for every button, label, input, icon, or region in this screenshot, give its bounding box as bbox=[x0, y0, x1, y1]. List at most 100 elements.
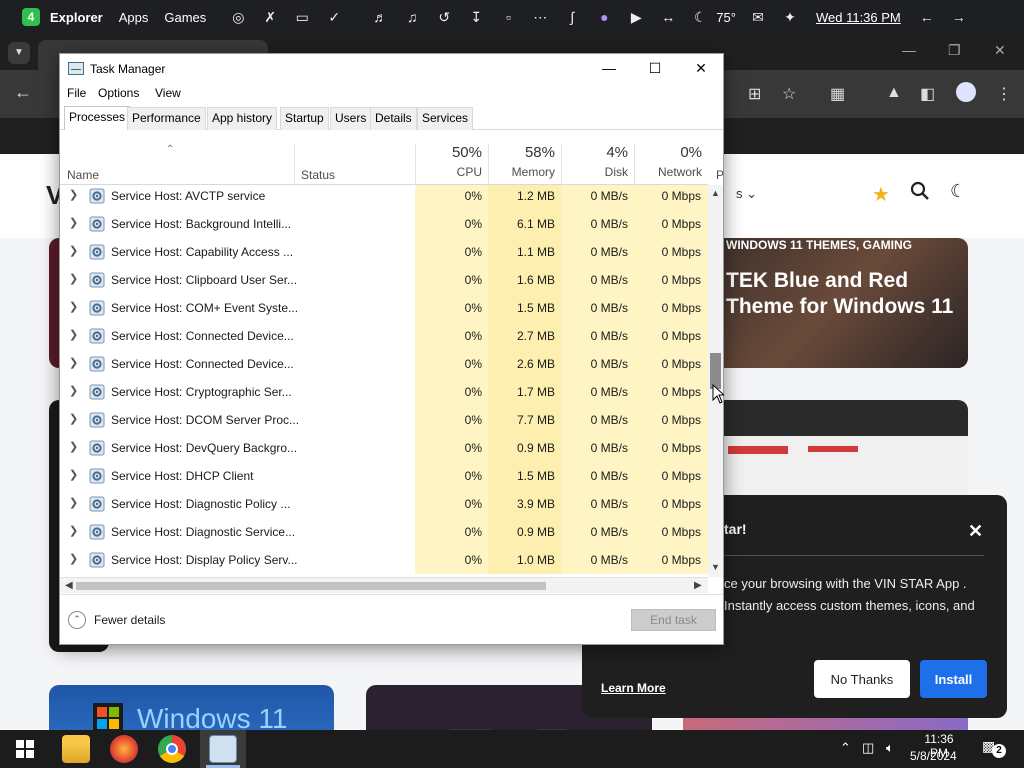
process-row[interactable]: ❯ Service Host: Capability Access ... 0% 1.… bbox=[60, 238, 708, 266]
star-icon[interactable]: ★ bbox=[872, 182, 890, 207]
browser-close-icon[interactable]: ✕ bbox=[994, 42, 1006, 59]
more-icon[interactable]: ⋯ bbox=[529, 6, 551, 28]
moon-icon[interactable]: ☾ bbox=[689, 6, 711, 28]
process-row[interactable]: ❯ Service Host: DHCP Client 0% 1.5 MB 0 MB/s… bbox=[60, 462, 708, 490]
vertical-scrollbar[interactable]: ▲ ▼ bbox=[708, 185, 723, 577]
network-icon[interactable]: ◫ bbox=[862, 740, 874, 756]
process-row[interactable]: ❯ Service Host: DCOM Server Proc... 0% 7.7 … bbox=[60, 406, 708, 434]
file-explorer-icon[interactable] bbox=[62, 735, 90, 763]
browser-back-icon[interactable]: ← bbox=[14, 82, 32, 103]
code-icon[interactable]: ↔ bbox=[657, 6, 679, 28]
maximize-button[interactable]: ☐ bbox=[632, 54, 678, 82]
process-row[interactable]: ❯ Service Host: COM+ Event Syste... 0% 1.5 … bbox=[60, 294, 708, 322]
minimize-button[interactable]: — bbox=[586, 54, 632, 82]
title-bar[interactable]: Task Manager — ☐ ✕ bbox=[60, 54, 723, 82]
chrome-icon[interactable] bbox=[158, 735, 186, 763]
extensions-icon[interactable]: ▦ bbox=[830, 84, 845, 104]
games-menu[interactable]: Games bbox=[164, 10, 206, 25]
task-manager-icon[interactable] bbox=[209, 735, 237, 763]
learn-more-link[interactable]: Learn More bbox=[601, 681, 666, 695]
download-icon[interactable]: ↧ bbox=[465, 6, 487, 28]
browser-minimize-icon[interactable]: — bbox=[902, 42, 916, 58]
chevron-right-icon[interactable]: ❯ bbox=[69, 356, 78, 369]
close-button[interactable]: ✕ bbox=[678, 54, 724, 82]
launcher-icon[interactable]: 4 bbox=[22, 8, 40, 26]
history-icon[interactable]: ↺ bbox=[433, 6, 455, 28]
tools-icon[interactable]: ✗ bbox=[259, 6, 281, 28]
chevron-right-icon[interactable]: ❯ bbox=[69, 216, 78, 229]
scroll-down-icon[interactable]: ▼ bbox=[711, 562, 720, 572]
notification-icon[interactable]: ▩ 2 bbox=[982, 738, 1006, 758]
chevron-right-icon[interactable]: ❯ bbox=[69, 244, 78, 257]
tab-processes[interactable]: Processes bbox=[64, 106, 131, 130]
process-row[interactable]: ❯ Service Host: Display Policy Serv... 0% 1… bbox=[60, 546, 708, 574]
column-cpu[interactable]: 50% CPU bbox=[415, 144, 488, 185]
browser-menu-icon[interactable]: ⋮ bbox=[996, 84, 1012, 104]
no-thanks-button[interactable]: No Thanks bbox=[814, 660, 910, 698]
spark-icon[interactable]: ✦ bbox=[779, 6, 801, 28]
process-row[interactable]: ❯ Service Host: Connected Device... 0% 2.6 … bbox=[60, 350, 708, 378]
process-row[interactable]: ❯ Service Host: Background Intelli... 0% 6.… bbox=[60, 210, 708, 238]
messenger-icon[interactable]: ● bbox=[593, 6, 615, 28]
process-row[interactable]: ❯ Service Host: DevQuery Backgro... 0% 0.9 … bbox=[60, 434, 708, 462]
process-list[interactable]: ❯ Service Host: AVCTP service 0% 1.2 MB 0 MB… bbox=[60, 185, 708, 577]
install-app-icon[interactable]: ⊞ bbox=[748, 84, 761, 104]
mail-icon[interactable]: ✉ bbox=[747, 6, 769, 28]
back-icon[interactable]: ← bbox=[916, 6, 938, 28]
chevron-right-icon[interactable]: ❯ bbox=[69, 188, 78, 201]
menu-view[interactable]: View bbox=[155, 86, 181, 100]
chevron-up-icon[interactable]: ⌃ bbox=[68, 611, 86, 629]
mute-icon[interactable]: ♫ bbox=[401, 6, 423, 28]
attach-icon[interactable]: ∫ bbox=[561, 6, 583, 28]
process-row[interactable]: ❯ Service Host: Cryptographic Ser... 0% 1.7… bbox=[60, 378, 708, 406]
chevron-right-icon[interactable]: ❯ bbox=[69, 384, 78, 397]
column-power[interactable]: P bbox=[716, 168, 724, 182]
chevron-right-icon[interactable]: ❯ bbox=[69, 468, 78, 481]
chevron-right-icon[interactable]: ❯ bbox=[69, 272, 78, 285]
volume-icon[interactable]: ♬ bbox=[369, 6, 391, 28]
check-icon[interactable]: ✓ bbox=[323, 6, 345, 28]
column-name[interactable]: Name bbox=[67, 168, 99, 182]
profile-avatar[interactable] bbox=[956, 82, 976, 102]
column-disk[interactable]: 4% Disk bbox=[561, 144, 634, 185]
fewer-details-link[interactable]: Fewer details bbox=[94, 613, 165, 627]
tab-users[interactable]: Users bbox=[330, 107, 372, 130]
firefox-icon[interactable] bbox=[110, 735, 138, 763]
article-title[interactable]: TEK Blue and Red Theme for Windows 11 bbox=[726, 268, 968, 320]
taskbar-date[interactable]: 5/8/2024 bbox=[910, 749, 957, 763]
tab-startup[interactable]: Startup bbox=[280, 107, 329, 130]
youtube-icon[interactable]: ▶ bbox=[625, 6, 647, 28]
chevron-right-icon[interactable]: ❯ bbox=[69, 300, 78, 313]
globe-icon[interactable]: ◎ bbox=[227, 6, 249, 28]
chevron-right-icon[interactable]: ❯ bbox=[69, 496, 78, 509]
process-row[interactable]: ❯ Service Host: Diagnostic Service... 0% 0.… bbox=[60, 518, 708, 546]
tab-app-history[interactable]: App history bbox=[207, 107, 278, 130]
scroll-up-icon[interactable]: ▲ bbox=[711, 188, 720, 198]
sidepanel-icon[interactable]: ◧ bbox=[920, 84, 935, 104]
dark-mode-icon[interactable]: ☾ bbox=[950, 181, 966, 202]
chevron-right-icon[interactable]: ❯ bbox=[69, 440, 78, 453]
tab-services[interactable]: Services bbox=[417, 107, 474, 130]
volume-muted-icon[interactable]: 🔈︎ bbox=[886, 740, 894, 756]
laptop-icon[interactable]: ▭ bbox=[291, 6, 313, 28]
horizontal-scrollbar[interactable]: ◀ ▶ bbox=[60, 577, 708, 593]
chevron-right-icon[interactable]: ❯ bbox=[69, 552, 78, 565]
chevron-right-icon[interactable]: ❯ bbox=[69, 524, 78, 537]
chevron-right-icon[interactable]: ❯ bbox=[69, 412, 78, 425]
tab-details[interactable]: Details bbox=[370, 107, 417, 130]
scroll-left-icon[interactable]: ◀ bbox=[65, 580, 73, 591]
chevron-right-icon[interactable]: ❯ bbox=[69, 328, 78, 341]
process-row[interactable]: ❯ Service Host: Clipboard User Ser... 0% 1.… bbox=[60, 266, 708, 294]
close-icon[interactable]: ✕ bbox=[968, 521, 983, 542]
bookmark-star-icon[interactable]: ☆ bbox=[782, 84, 796, 104]
tray-chevron-icon[interactable]: ⌃ bbox=[840, 740, 851, 756]
menu-file[interactable]: File bbox=[67, 86, 86, 100]
search-icon[interactable] bbox=[910, 181, 930, 201]
column-network[interactable]: 0% Network bbox=[634, 144, 708, 185]
labs-icon[interactable]: ▲ bbox=[886, 84, 902, 102]
tab-performance[interactable]: Performance bbox=[127, 107, 206, 130]
process-row[interactable]: ❯ Service Host: AVCTP service 0% 1.2 MB 0 MB… bbox=[60, 185, 708, 210]
column-memory[interactable]: 58% Memory bbox=[488, 144, 561, 185]
column-status[interactable]: Status bbox=[301, 168, 335, 182]
clock[interactable]: Wed 11:36 PM bbox=[816, 10, 901, 25]
